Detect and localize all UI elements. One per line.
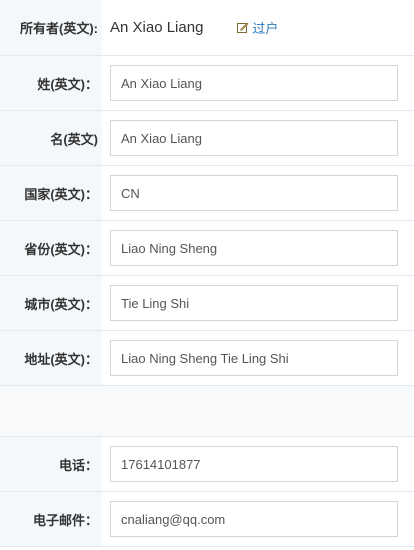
owner-row: 所有者(英文): An Xiao Liang 过户 [0,0,414,56]
province-cell [102,221,414,275]
owner-label: 所有者(英文): [0,0,102,55]
surname-input[interactable] [110,65,398,101]
email-label: 电子邮件： [0,492,102,546]
country-cell [102,166,414,220]
phone-label: 电话： [0,437,102,491]
transfer-link[interactable]: 过户 [237,18,278,37]
province-input[interactable] [110,230,398,266]
given-name-input[interactable] [110,120,398,156]
surname-row: 姓(英文)： [0,56,414,111]
section-spacer [0,386,414,437]
province-row: 省份(英文)： [0,221,414,276]
phone-row: 电话： [0,437,414,492]
city-input[interactable] [110,285,398,321]
owner-name: An Xiao Liang [110,19,204,36]
city-row: 城市(英文)： [0,276,414,331]
country-input[interactable] [110,175,398,211]
surname-cell [102,56,414,110]
given-name-row: 名(英文) [0,111,414,166]
province-label: 省份(英文)： [0,221,102,275]
owner-info-form: 所有者(英文): An Xiao Liang 过户 姓(英文)： 名(英文) [0,0,414,547]
email-row: 电子邮件： [0,492,414,547]
email-cell [102,492,414,546]
city-label: 城市(英文)： [0,276,102,330]
address-label: 地址(英文)： [0,331,102,385]
phone-cell [102,437,414,491]
given-name-cell [102,111,414,165]
surname-label: 姓(英文)： [0,56,102,110]
transfer-label: 过户 [252,21,279,36]
country-row: 国家(英文)： [0,166,414,221]
address-input[interactable] [110,340,398,376]
owner-value-cell: An Xiao Liang 过户 [102,0,414,55]
given-name-label: 名(英文) [0,111,102,165]
email-input[interactable] [110,501,398,537]
address-row: 地址(英文)： [0,331,414,386]
country-label: 国家(英文)： [0,166,102,220]
phone-input[interactable] [110,446,398,482]
address-cell [102,331,414,385]
edit-icon [237,22,249,34]
city-cell [102,276,414,330]
